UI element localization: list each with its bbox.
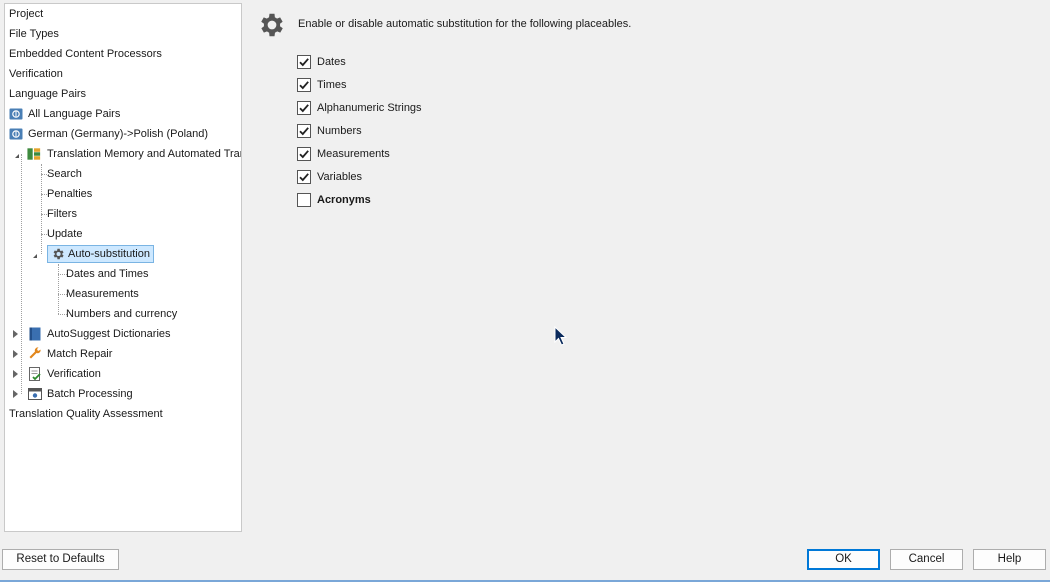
expand-arrow-icon[interactable]: [13, 370, 18, 378]
alphanumeric-strings-label: Alphanumeric Strings: [317, 102, 422, 114]
help-button[interactable]: Help: [973, 549, 1046, 570]
alphanumeric-strings-checkbox[interactable]: [297, 100, 311, 115]
tree-item-all-language-pairs[interactable]: All Language Pairs: [9, 104, 120, 124]
wrench-icon: [29, 347, 41, 359]
tree-item-batch-processing[interactable]: Batch Processing: [13, 384, 133, 404]
section-description: Enable or disable automatic substitution…: [298, 18, 632, 30]
reset-to-defaults-button[interactable]: Reset to Defaults: [2, 549, 119, 570]
measurements-label: Measurements: [317, 148, 390, 160]
tree-item-search[interactable]: Search: [47, 164, 82, 184]
tree-connector: [58, 264, 59, 314]
tree-item-verification[interactable]: Verification: [9, 64, 63, 84]
tree-item-file-types[interactable]: File Types: [9, 24, 59, 44]
numbers-checkbox[interactable]: [297, 123, 311, 138]
variables-checkbox[interactable]: [297, 169, 311, 184]
dates-label: Dates: [317, 56, 346, 68]
tree-item-measurements[interactable]: Measurements: [66, 284, 139, 304]
tree-item-translation-quality-assessment[interactable]: Translation Quality Assessment: [9, 404, 163, 424]
ok-button[interactable]: OK: [807, 549, 880, 570]
settings-tree[interactable]: Project File Types Embedded Content Proc…: [4, 3, 242, 532]
tree-connector: [41, 164, 42, 254]
variables-label: Variables: [317, 171, 363, 183]
gear-icon: [261, 13, 283, 37]
acronyms-label: Acronyms: [317, 194, 371, 206]
measurements-checkbox[interactable]: [297, 146, 311, 161]
option-times[interactable]: Times: [297, 77, 347, 94]
option-variables[interactable]: Variables: [297, 169, 363, 186]
cancel-button[interactable]: Cancel: [890, 549, 963, 570]
tree-item-project[interactable]: Project: [9, 4, 43, 24]
collapse-arrow-icon[interactable]: [15, 150, 19, 158]
dates-checkbox[interactable]: [297, 54, 311, 69]
expand-arrow-icon[interactable]: [13, 350, 18, 358]
tree-item-dates-and-times[interactable]: Dates and Times: [66, 264, 149, 284]
tree-item-language-pairs[interactable]: Language Pairs: [9, 84, 86, 104]
times-label: Times: [317, 79, 347, 91]
option-numbers[interactable]: Numbers: [297, 123, 362, 140]
option-alphanumeric-strings[interactable]: Alphanumeric Strings: [297, 100, 422, 117]
language-pair-icon: [9, 128, 23, 140]
tree-item-filters[interactable]: Filters: [47, 204, 77, 224]
language-pair-icon: [9, 108, 23, 120]
option-acronyms[interactable]: Acronyms: [297, 192, 371, 209]
tree-item-match-repair[interactable]: Match Repair: [13, 344, 112, 364]
tree-item-autosuggest-dictionaries[interactable]: AutoSuggest Dictionaries: [13, 324, 171, 344]
expand-arrow-icon[interactable]: [13, 330, 18, 338]
tree-item-label: Auto-substitution: [68, 248, 150, 260]
option-dates[interactable]: Dates: [297, 54, 346, 71]
tree-item-numbers-and-currency[interactable]: Numbers and currency: [66, 304, 177, 324]
tree-item-penalties[interactable]: Penalties: [47, 184, 92, 204]
expand-arrow-icon[interactable]: [13, 390, 18, 398]
option-measurements[interactable]: Measurements: [297, 146, 390, 163]
tree-item-german-polish[interactable]: German (Germany)->Polish (Poland): [9, 124, 208, 144]
batch-processing-icon: [28, 388, 42, 400]
tree-item-update[interactable]: Update: [47, 224, 82, 244]
acronyms-checkbox[interactable]: [297, 192, 311, 207]
tree-item-embedded-content-processors[interactable]: Embedded Content Processors: [9, 44, 162, 64]
mouse-cursor-icon: [554, 326, 568, 346]
gear-icon: [53, 248, 64, 260]
times-checkbox[interactable]: [297, 77, 311, 92]
translation-memory-icon: [27, 148, 41, 160]
collapse-arrow-icon[interactable]: [33, 250, 37, 258]
verification-icon: [29, 367, 41, 381]
numbers-label: Numbers: [317, 125, 362, 137]
tree-item-auto-substitution[interactable]: Auto-substitution: [33, 244, 154, 264]
tree-item-translation-memory[interactable]: Translation Memory and Automated Transla…: [15, 144, 241, 164]
tree-item-verification-2[interactable]: Verification: [13, 364, 101, 384]
dictionary-icon: [29, 327, 41, 341]
